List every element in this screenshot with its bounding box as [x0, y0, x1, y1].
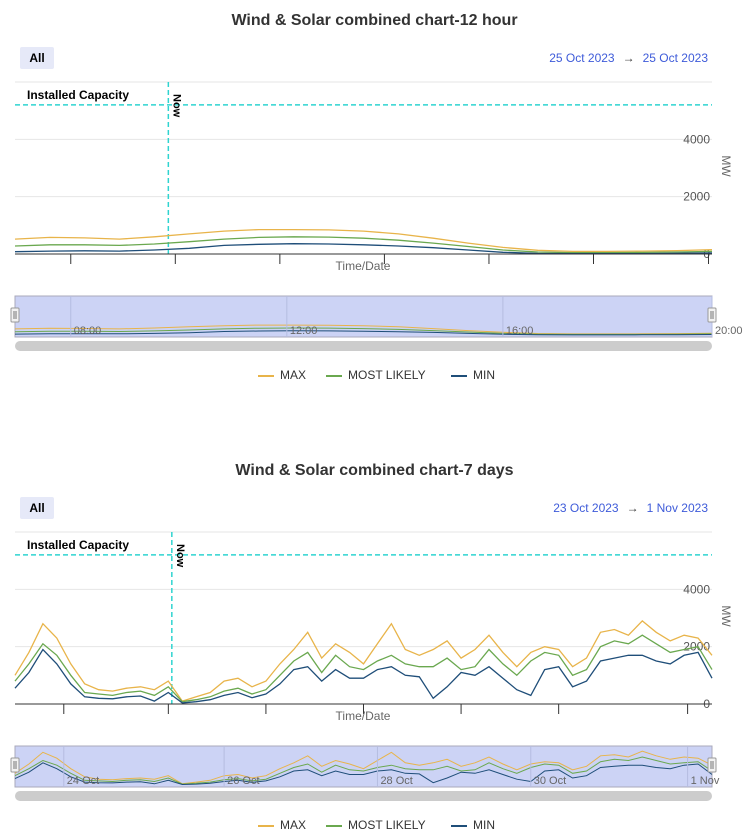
legend-item-min[interactable]: MIN	[451, 818, 495, 832]
line-chart-12-hour[interactable]: 020004000MWInstalled Capacity NowTime/Dat…	[0, 72, 749, 362]
y-axis-title: MW	[719, 605, 733, 627]
legend-label: MOST LIKELY	[348, 368, 426, 382]
range-arrow: →	[626, 501, 639, 515]
y-tick-label: 4000	[683, 582, 710, 596]
now-label: Now	[170, 94, 182, 118]
navigator-left-handle[interactable]	[10, 307, 20, 323]
now-label: Now	[174, 544, 186, 568]
range-from[interactable]: 25 Oct 2023	[549, 51, 614, 65]
legend-label: MIN	[473, 368, 495, 382]
navigator-tick-label: 08:00	[74, 325, 102, 337]
x-axis-title: Time/Date	[336, 709, 391, 723]
chart-panel-7-days: Wind & Solar combined chart-7 days All 2…	[0, 450, 749, 840]
navigator-right-handle[interactable]	[707, 757, 717, 773]
y-axis-title: MW	[719, 155, 733, 177]
installed-capacity-label: Installed Capacity	[27, 538, 129, 552]
legend-label: MAX	[280, 368, 307, 382]
all-range-button[interactable]: All	[20, 47, 54, 69]
date-range: 25 Oct 2023 → 25 Oct 2023	[549, 51, 708, 65]
range-to[interactable]: 1 Nov 2023	[647, 501, 708, 515]
date-range: 23 Oct 2023 → 1 Nov 2023	[553, 501, 708, 515]
chart-panel-12-hour: Wind & Solar combined chart-12 hour All …	[0, 0, 749, 420]
navigator-tick-label: 16:00	[506, 325, 534, 337]
y-grid	[15, 81, 712, 255]
navigator-scrollbar[interactable]	[15, 341, 712, 351]
navigator-tick-label: 20:00	[715, 325, 743, 337]
navigator-scrollbar[interactable]	[15, 791, 712, 801]
line-chart-7-days[interactable]: 020004000MWInstalled Capacity NowTime/Dat…	[0, 522, 749, 812]
navigator-left-handle[interactable]	[10, 757, 20, 773]
chart-title: Wind & Solar combined chart-7 days	[235, 462, 514, 479]
range-to[interactable]: 25 Oct 2023	[643, 51, 708, 65]
installed-capacity-label: Installed Capacity	[27, 88, 129, 102]
series-line-max[interactable]	[14, 620, 713, 702]
y-tick-label: 2000	[683, 190, 710, 204]
chart-legend: MAX MOST LIKELY MIN	[0, 368, 749, 388]
series-line-most-likely[interactable]	[14, 634, 713, 703]
legend-swatch-max	[258, 374, 274, 377]
legend-swatch-most-likely	[326, 824, 342, 827]
legend-swatch-max	[258, 824, 274, 827]
range-arrow: →	[622, 51, 635, 65]
legend-label: MOST LIKELY	[348, 818, 426, 832]
navigator-tick-label: 1 Nov	[691, 775, 720, 787]
legend-item-max[interactable]: MAX	[258, 368, 306, 382]
series-line-min[interactable]	[14, 648, 713, 704]
legend-swatch-min	[451, 374, 467, 377]
legend-label: MAX	[280, 818, 307, 832]
series-line-max[interactable]	[14, 228, 713, 253]
navigator-tick-label: 28 Oct	[380, 775, 412, 787]
navigator-right-handle[interactable]	[707, 307, 717, 323]
navigator-tick-label: 30 Oct	[534, 775, 566, 787]
navigator-tick-label: 12:00	[290, 325, 318, 337]
navigator-tick-label: 24 Oct	[67, 775, 99, 787]
legend-swatch-most-likely	[326, 374, 342, 377]
legend-item-max[interactable]: MAX	[258, 818, 306, 832]
legend-item-min[interactable]: MIN	[451, 368, 495, 382]
all-range-button[interactable]: All	[20, 497, 54, 519]
legend-swatch-min	[451, 824, 467, 827]
chart-legend: MAX MOST LIKELY MIN	[0, 818, 749, 838]
navigator-tick-label: 26 Oct	[227, 775, 259, 787]
legend-item-most-likely[interactable]: MOST LIKELY	[326, 368, 426, 382]
legend-label: MIN	[473, 818, 495, 832]
y-tick-label: 4000	[683, 132, 710, 146]
chart-title: Wind & Solar combined chart-12 hour	[231, 12, 518, 29]
legend-item-most-likely[interactable]: MOST LIKELY	[326, 818, 426, 832]
range-from[interactable]: 23 Oct 2023	[553, 501, 618, 515]
x-axis-title: Time/Date	[336, 259, 391, 273]
